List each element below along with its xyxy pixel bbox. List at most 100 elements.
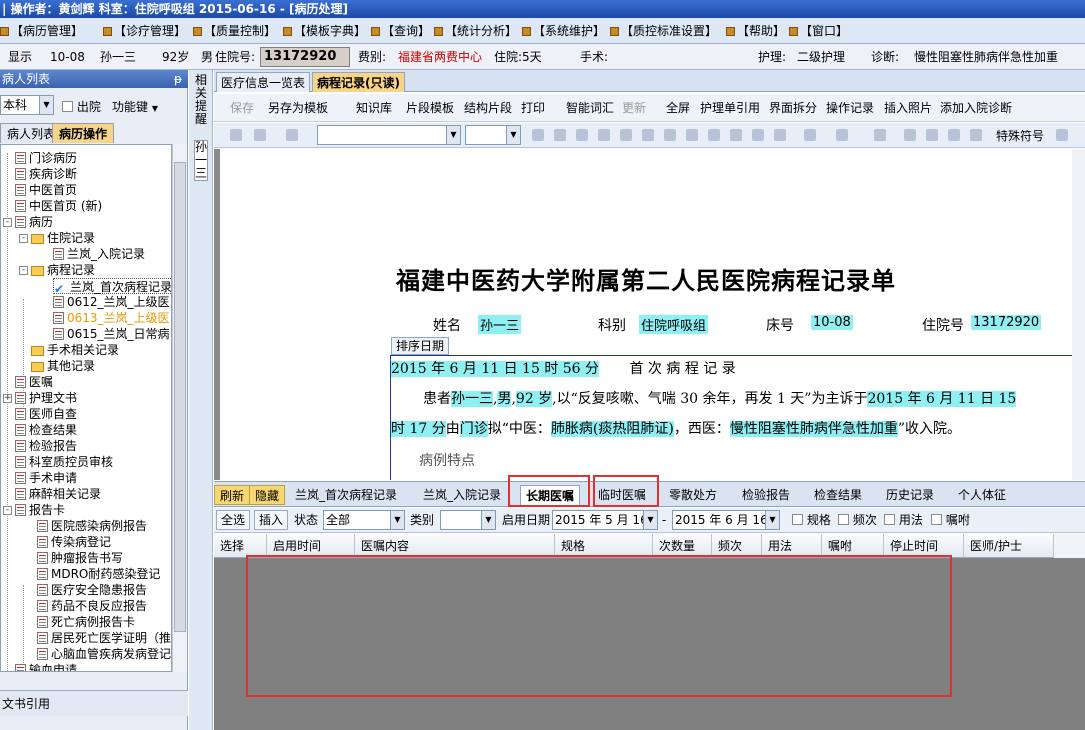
tab-first-progress-note[interactable]: 兰岚_首次病程记录 <box>290 485 402 505</box>
record-body[interactable]: 2015 年 6 月 11 日 15 时 56 分 首 次 病 程 记 录 患者… <box>390 355 1072 480</box>
tree-item[interactable]: 疾病诊断 <box>15 166 77 182</box>
expand-icon[interactable]: + <box>3 394 12 403</box>
align-right-icon[interactable] <box>642 129 654 141</box>
menu-qc-standards[interactable]: 【质控标准设置】 <box>610 18 717 44</box>
tree-item[interactable]: 麻醉相关记录 <box>15 486 101 502</box>
redo-icon[interactable] <box>286 129 298 141</box>
tree-item[interactable]: 居民死亡医学证明（推 <box>37 630 171 646</box>
tab-exam-results[interactable]: 检查结果 <box>809 485 867 505</box>
refresh-button[interactable]: 刷新 <box>214 485 251 505</box>
discharge-checkbox[interactable]: 出院 <box>62 98 101 115</box>
italic-icon[interactable] <box>554 129 566 141</box>
tree-vertical-scrollbar[interactable] <box>172 144 187 672</box>
font-color-icon[interactable] <box>804 129 816 141</box>
tree-item[interactable]: 病历 <box>15 214 53 230</box>
column-order-content[interactable]: 医嘱内容 <box>355 534 555 558</box>
column-start-time[interactable]: 启用时间 <box>267 534 355 558</box>
menu-window[interactable]: 【窗口】 <box>789 18 848 44</box>
knowledge-base-button[interactable]: 知识库 <box>356 94 392 122</box>
menu-statistics[interactable]: 【统计分析】 <box>434 18 517 44</box>
tree-item[interactable]: 护理文书 <box>15 390 77 406</box>
admission-source-field[interactable]: 门诊 <box>459 421 488 437</box>
font-family-select[interactable]: ▼ <box>317 125 461 145</box>
select-all-button[interactable]: 全选 <box>216 510 251 530</box>
tree-item[interactable]: 医疗安全隐患报告 <box>37 582 147 598</box>
nursing-reference-button[interactable]: 护理单引用 <box>700 94 760 122</box>
collapse-icon[interactable]: - <box>19 234 28 243</box>
tree-item[interactable]: 中医首页 (新) <box>15 198 102 214</box>
patient-age-field[interactable]: 92 岁 <box>515 391 553 407</box>
collapse-icon[interactable]: - <box>3 506 12 515</box>
department-field[interactable]: 住院呼吸组 <box>639 315 709 334</box>
subscript-icon[interactable] <box>774 129 786 141</box>
tab-admission-record[interactable]: 兰岚_入院记录 <box>418 485 506 505</box>
order-grid-body[interactable] <box>214 558 1085 730</box>
western-diagnosis-field[interactable]: 慢性阻塞性肺病伴急性加重 <box>729 421 898 437</box>
grow-font-icon[interactable] <box>926 129 938 141</box>
tab-long-term-orders[interactable]: 长期医嘱 <box>520 485 581 505</box>
align-left-icon[interactable] <box>598 129 610 141</box>
tab-medical-overview[interactable]: 医疗信息一览表 <box>216 72 311 92</box>
column-instruction[interactable]: 嘱咐 <box>822 534 884 558</box>
undo-icon[interactable] <box>254 129 266 141</box>
tree-item[interactable]: 兰岚_入院记录 <box>53 246 145 262</box>
list-icon[interactable] <box>686 129 698 141</box>
tree-item[interactable]: 0612_兰岚_上级医 <box>53 294 170 310</box>
menu-medical-records[interactable]: 【病历管理】 <box>0 18 83 44</box>
column-select[interactable]: 选择 <box>214 534 267 558</box>
related-reminder-tab[interactable]: 相关提醒 <box>194 74 208 126</box>
tree-item[interactable]: 检验报告 <box>15 438 77 454</box>
tree-item-selected[interactable]: ✔ 兰岚_首次病程记录 <box>53 278 171 295</box>
tree-item[interactable]: 手术相关记录 <box>31 342 119 358</box>
superscript-icon[interactable] <box>752 129 764 141</box>
patient-name-tab[interactable]: 孙一三 <box>194 140 208 181</box>
menu-diagnosis-treatment[interactable]: 【诊疗管理】 <box>103 18 186 44</box>
spec-checkbox[interactable]: 规格 <box>792 508 831 533</box>
document-page[interactable]: 福建中医药大学附属第二人民医院病程记录单 姓名 孙一三 科别 住院呼吸组 床号 … <box>220 149 1072 480</box>
print-button[interactable]: 打印 <box>521 94 545 122</box>
menu-template-dictionary[interactable]: 【模板字典】 <box>283 18 366 44</box>
shrink-font-icon[interactable] <box>948 129 960 141</box>
tree-item[interactable]: 0613_兰岚_上级医 <box>53 310 170 326</box>
tree-item[interactable]: 心脑血管疾病发病登记 <box>37 646 171 662</box>
pin-icon[interactable]: ᵽ <box>174 70 182 88</box>
tree-item[interactable]: 科室质控员审核 <box>15 454 113 470</box>
tree-item[interactable]: 检查结果 <box>15 422 77 438</box>
bed-field[interactable]: 10-08 <box>811 315 853 330</box>
tab-vital-signs[interactable]: 个人体征 <box>953 485 1011 505</box>
inpatient-no-field[interactable]: 13172920 <box>260 47 350 67</box>
function-key-dropdown[interactable]: 功能键 ▼ <box>112 98 158 115</box>
category-select[interactable]: ▼ <box>440 510 496 530</box>
tree-item[interactable]: 输血申请 <box>15 662 77 671</box>
menu-help[interactable]: 【帮助】 <box>726 18 785 44</box>
strikethrough-icon[interactable] <box>904 129 916 141</box>
sort-date-tag[interactable]: 排序日期 <box>391 337 450 355</box>
admission-date-field[interactable]: 2015 年 6 月 11 日 15 <box>867 391 1017 407</box>
save-as-template-button[interactable]: 另存为模板 <box>268 94 328 122</box>
tree-item[interactable]: MDRO耐药感染登记 <box>37 566 160 582</box>
document-reference-bar[interactable]: 文书引用 <box>0 690 188 716</box>
frequency-checkbox[interactable]: 频次 <box>838 508 877 533</box>
tab-progress-notes[interactable]: 病程记录(只读) <box>312 72 405 92</box>
collapse-icon[interactable]: - <box>3 218 12 227</box>
column-frequency[interactable]: 频次 <box>712 534 762 558</box>
menu-quality-control[interactable]: 【质量控制】 <box>193 18 276 44</box>
outdent-icon[interactable] <box>730 129 742 141</box>
comment-icon[interactable] <box>1056 129 1068 141</box>
save-icon[interactable] <box>230 129 242 141</box>
column-usage[interactable]: 用法 <box>762 534 822 558</box>
name-field[interactable]: 孙一三 <box>478 315 522 334</box>
underline-icon[interactable] <box>576 129 588 141</box>
collapse-icon[interactable]: - <box>19 266 28 275</box>
split-view-button[interactable]: 界面拆分 <box>769 94 817 122</box>
tree-item[interactable]: 手术申请 <box>15 470 77 486</box>
tree-item[interactable]: 死亡病例报告卡 <box>37 614 135 630</box>
justify-icon[interactable] <box>664 129 676 141</box>
status-select[interactable]: 全部 ▼ <box>323 510 405 530</box>
column-quantity[interactable]: 次数量 <box>653 534 712 558</box>
font-size-select[interactable]: ▼ <box>465 125 521 145</box>
fragment-template-button[interactable]: 片段模板 <box>406 94 454 122</box>
add-admission-diagnosis-button[interactable]: 添加入院诊断 <box>940 94 1012 122</box>
show-label[interactable]: 显示 <box>8 44 32 70</box>
tree-item[interactable]: 肿瘤报告书写 <box>37 550 123 566</box>
